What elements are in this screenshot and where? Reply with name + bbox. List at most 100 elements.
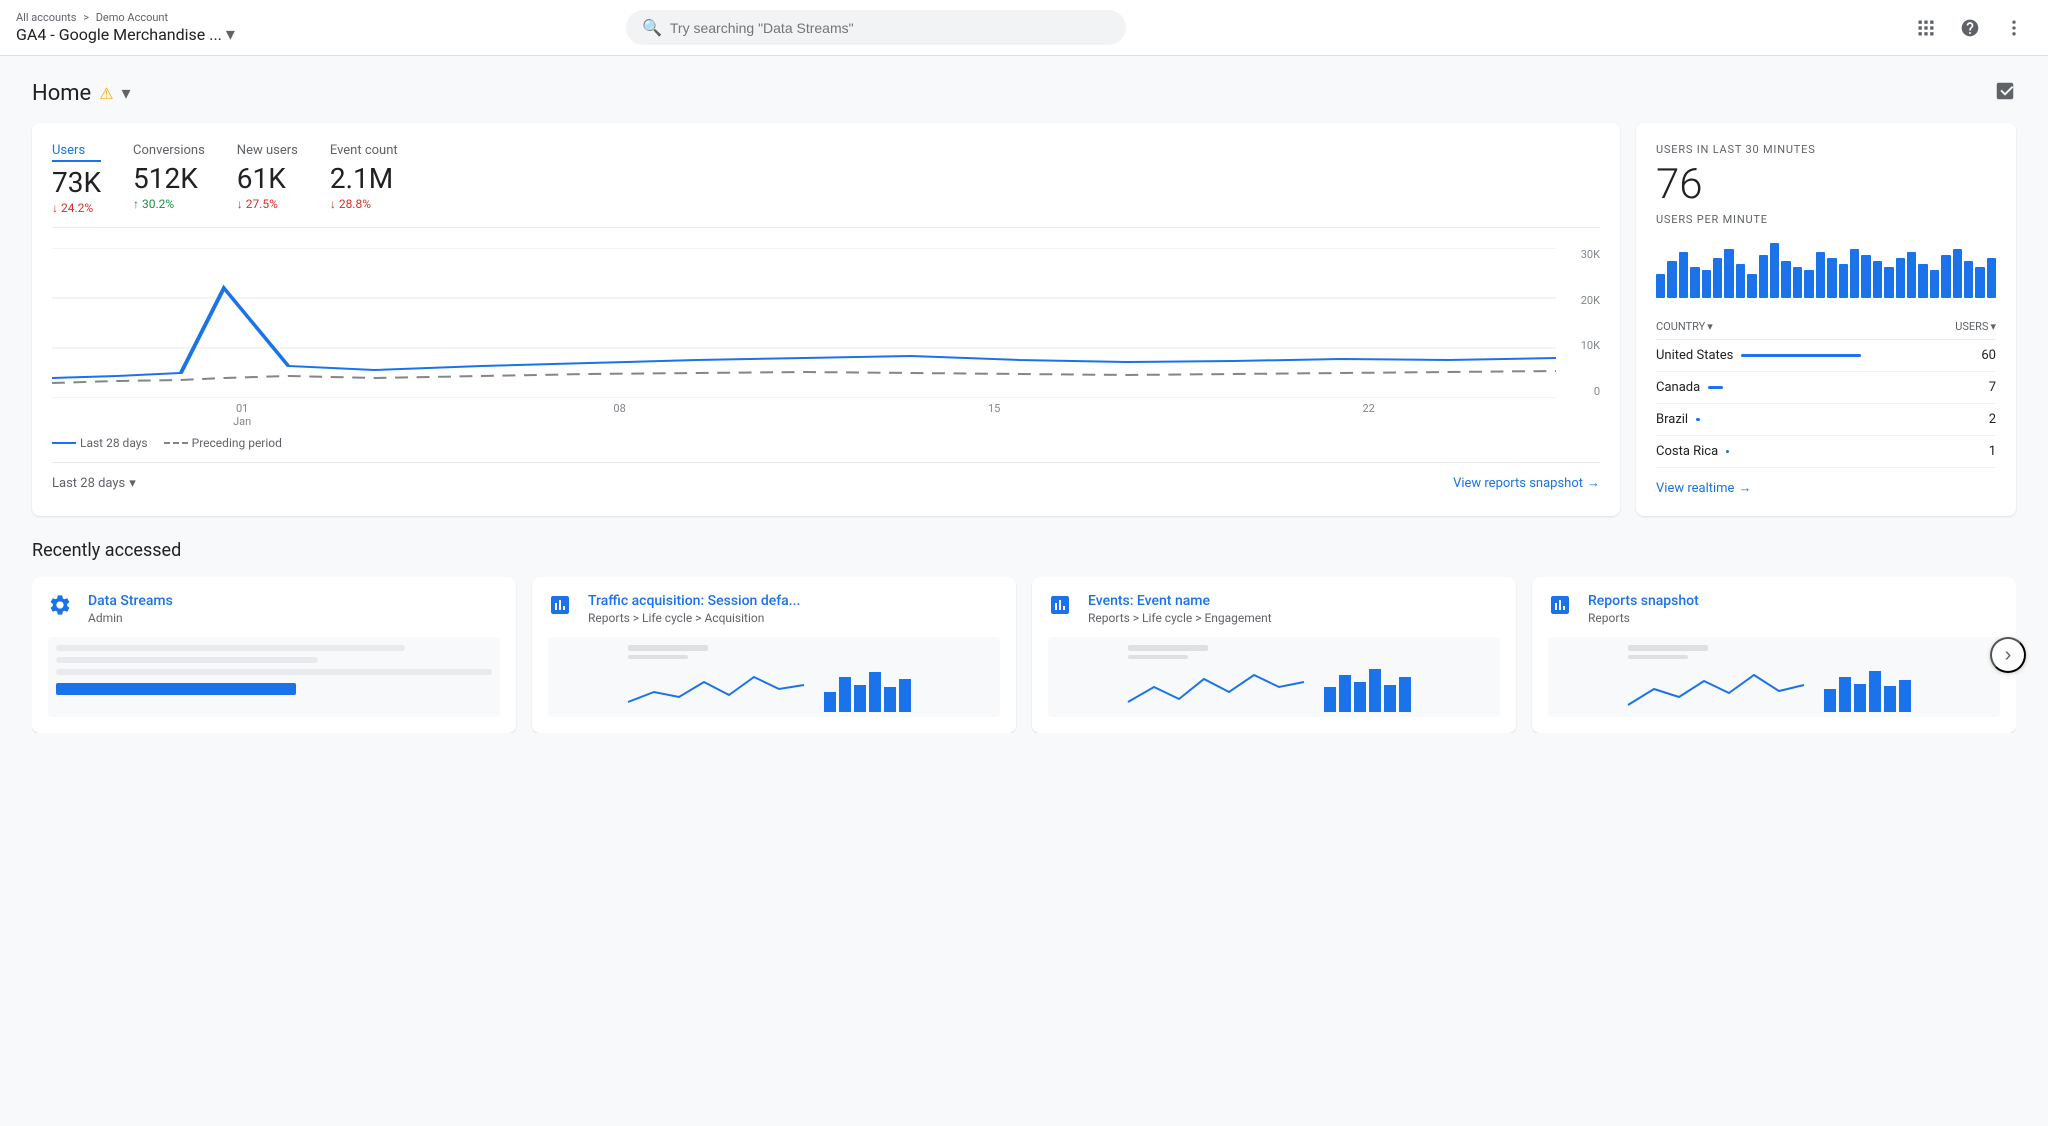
recently-accessed-title: Recently accessed	[32, 540, 2016, 561]
search-icon: 🔍	[642, 18, 662, 37]
recently-card-text: Traffic acquisition: Session defa... Rep…	[588, 593, 800, 625]
legend-dashed: Preceding period	[164, 436, 282, 450]
country-name: United States	[1656, 348, 1733, 363]
chart-legend: Last 28 days Preceding period	[52, 436, 1600, 450]
country-users: 60	[1976, 348, 1996, 363]
recently-card-traffic[interactable]: Traffic acquisition: Session defa... Rep…	[532, 577, 1016, 733]
metric-users-change: ↓ 24.2%	[52, 201, 101, 215]
preview-line	[56, 645, 405, 651]
recently-card-events[interactable]: Events: Event name Reports > Life cycle …	[1032, 577, 1516, 733]
analytics-icon-button[interactable]	[1994, 80, 2016, 107]
recently-card-text: Reports snapshot Reports	[1588, 593, 1699, 625]
recently-card-title: Data Streams	[88, 593, 173, 609]
realtime-bar	[1930, 270, 1939, 298]
main-content: Home ⚠ ▾ Users 73K ↓ 24.2% Conversions 5…	[0, 56, 2048, 757]
preview-line	[56, 657, 318, 663]
recently-card-header: Traffic acquisition: Session defa... Rep…	[548, 593, 1000, 625]
metric-event-count[interactable]: Event count 2.1M ↓ 28.8%	[330, 143, 398, 215]
realtime-bar	[1679, 252, 1688, 298]
realtime-card: USERS IN LAST 30 MINUTES 76 USERS PER MI…	[1636, 123, 2016, 516]
metric-conversions-value: 512K	[133, 162, 205, 195]
country-bar	[1741, 354, 1861, 357]
recently-card-header: Reports snapshot Reports	[1548, 593, 2000, 625]
metric-new-users[interactable]: New users 61K ↓ 27.5%	[237, 143, 298, 215]
view-realtime-link[interactable]: View realtime →	[1656, 480, 1996, 496]
country-column-header[interactable]: COUNTRY ▾	[1656, 320, 1713, 333]
country-bar-row	[1741, 354, 1968, 357]
recently-card-header: Data Streams Admin	[48, 593, 500, 625]
view-reports-link[interactable]: View reports snapshot →	[1453, 475, 1600, 491]
help-icon-button[interactable]	[1952, 10, 1988, 46]
country-bar	[1708, 386, 1722, 389]
preview-line	[56, 669, 492, 675]
metric-users-value: 73K	[52, 166, 101, 199]
recently-preview	[48, 637, 500, 717]
metric-users[interactable]: Users 73K ↓ 24.2%	[52, 143, 101, 215]
realtime-table-row: Costa Rica 1	[1656, 436, 1996, 468]
apps-icon-button[interactable]	[1908, 10, 1944, 46]
account-dropdown-icon[interactable]: ▾	[226, 24, 235, 45]
realtime-table-row: United States 60	[1656, 340, 1996, 372]
realtime-count: 76	[1656, 160, 1996, 209]
realtime-bar	[1987, 258, 1996, 298]
realtime-bar-chart	[1656, 238, 1996, 298]
country-name: Canada	[1656, 380, 1700, 395]
users-column-header[interactable]: USERS ▾	[1955, 320, 1996, 333]
realtime-bar	[1839, 264, 1848, 298]
next-cards-button[interactable]: ›	[1990, 637, 2026, 673]
metric-conversions-label: Conversions	[133, 143, 205, 158]
recently-card-data-streams[interactable]: Data Streams Admin	[32, 577, 516, 733]
recently-grid: Data Streams Admin	[32, 577, 2016, 733]
realtime-bar	[1850, 249, 1859, 298]
legend-solid: Last 28 days	[52, 436, 148, 450]
recently-card-title: Events: Event name	[1088, 593, 1272, 609]
realtime-bar	[1793, 267, 1802, 298]
search-bar[interactable]: 🔍	[626, 10, 1126, 45]
account-selector[interactable]: All accounts > Demo Account GA4 - Google…	[16, 11, 235, 45]
main-chart-card: Users 73K ↓ 24.2% Conversions 512K ↑ 30.…	[32, 123, 1620, 516]
realtime-bar	[1724, 249, 1733, 298]
preview-bar	[56, 683, 296, 695]
recently-card-subtitle: Reports	[1588, 611, 1699, 625]
metric-conversions[interactable]: Conversions 512K ↑ 30.2%	[133, 143, 205, 215]
x-axis: 01Jan 08 15 22	[52, 402, 1556, 428]
realtime-bar	[1816, 252, 1825, 298]
realtime-bar	[1941, 255, 1950, 298]
more-options-button[interactable]	[1996, 10, 2032, 46]
chart-icon	[1048, 593, 1076, 621]
realtime-bar	[1918, 264, 1927, 298]
home-dropdown-icon[interactable]: ▾	[122, 83, 131, 104]
recently-card-subtitle: Admin	[88, 611, 173, 625]
warning-icon: ⚠	[99, 84, 113, 103]
metric-new-users-label: New users	[237, 143, 298, 158]
metric-event-count-change: ↓ 28.8%	[330, 197, 398, 211]
home-header: Home ⚠ ▾	[32, 80, 2016, 107]
country-users: 1	[1976, 444, 1996, 459]
recently-accessed-section: Data Streams Admin	[32, 577, 2016, 733]
recently-preview	[548, 637, 1000, 717]
chart-icon	[1548, 593, 1576, 621]
date-range-selector[interactable]: Last 28 days ▾	[52, 476, 136, 491]
realtime-bar	[1953, 249, 1962, 298]
realtime-table-body: United States 60 Canada 7 Brazil 2 Costa…	[1656, 340, 1996, 468]
realtime-bar	[1861, 255, 1870, 298]
metrics-row: Users 73K ↓ 24.2% Conversions 512K ↑ 30.…	[52, 143, 1600, 228]
settings-icon	[48, 593, 76, 621]
realtime-bar	[1907, 252, 1916, 298]
search-input[interactable]	[670, 20, 1110, 36]
line-chart: 30K 20K 10K 0	[52, 248, 1600, 428]
dashboard-cards: Users 73K ↓ 24.2% Conversions 512K ↑ 30.…	[32, 123, 2016, 516]
country-name: Brazil	[1656, 412, 1688, 427]
realtime-bar	[1713, 258, 1722, 298]
legend-solid-line	[52, 442, 76, 444]
realtime-bar	[1690, 267, 1699, 298]
realtime-table-header: COUNTRY ▾ USERS ▾	[1656, 314, 1996, 340]
realtime-bar	[1884, 267, 1893, 298]
recently-card-reports[interactable]: Reports snapshot Reports	[1532, 577, 2016, 733]
account-title[interactable]: GA4 - Google Merchandise ... ▾	[16, 24, 235, 45]
realtime-bar	[1827, 258, 1836, 298]
country-bar-row	[1708, 386, 1968, 389]
country-bar-row	[1696, 418, 1968, 421]
recently-card-subtitle: Reports > Life cycle > Engagement	[1088, 611, 1272, 625]
legend-dashed-line	[164, 442, 188, 444]
